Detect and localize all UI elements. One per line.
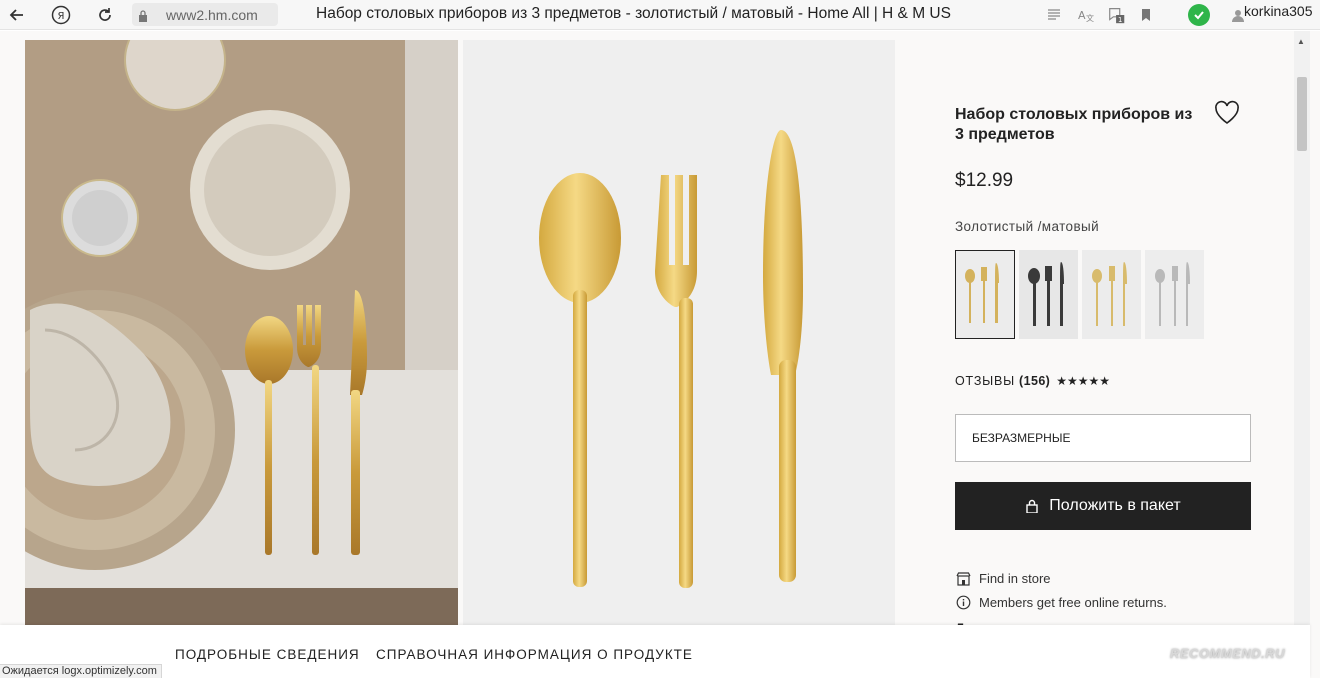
info-icon — [955, 594, 971, 610]
back-arrow-icon[interactable] — [6, 4, 28, 26]
tab-reference-info[interactable]: СПРАВОЧНАЯ ИНФОРМАЦИЯ О ПРОДУКТЕ — [376, 647, 693, 662]
user-name[interactable]: korkina305 — [1244, 3, 1313, 19]
bottom-tabs-bar: ПОДРОБНЫЕ СВЕДЕНИЯ СПРАВОЧНАЯ ИНФОРМАЦИЯ… — [0, 625, 1310, 678]
url-text: www2.hm.com — [166, 6, 258, 23]
star-rating-icon: ★★★★★ — [1056, 374, 1111, 388]
svg-text:文: 文 — [1086, 13, 1094, 23]
reader-mode-icon[interactable] — [1044, 5, 1064, 25]
product-info-panel: Набор столовых приборов из 3 предметов $… — [955, 31, 1255, 671]
svg-text:Я: Я — [58, 11, 65, 22]
reload-icon[interactable] — [94, 4, 116, 26]
color-swatches — [955, 250, 1204, 339]
browser-toolbar: Я www2.hm.com Набор столовых приборов из… — [0, 0, 1320, 30]
size-selector[interactable]: БЕЗРАЗМЕРНЫЕ — [955, 414, 1251, 462]
scroll-up-icon[interactable]: ▲ — [1297, 37, 1305, 46]
store-icon — [955, 570, 971, 586]
members-returns-info: Members get free online returns. — [955, 594, 1167, 610]
address-bar[interactable]: www2.hm.com — [132, 3, 278, 26]
swatch-gold[interactable] — [1082, 250, 1141, 339]
add-to-bag-label: Положить в пакет — [1049, 497, 1181, 514]
product-main-image[interactable] — [463, 40, 895, 626]
product-lifestyle-image[interactable] — [25, 40, 458, 626]
add-to-bag-button[interactable]: Положить в пакет — [955, 482, 1251, 530]
find-in-store-link[interactable]: Find in store — [955, 570, 1051, 586]
scrollbar-thumb[interactable] — [1297, 77, 1307, 151]
translate-icon[interactable]: A文 — [1076, 5, 1096, 25]
notifications-icon[interactable]: 1 — [1107, 5, 1127, 25]
yandex-icon[interactable]: Я — [50, 4, 72, 26]
members-returns-label: Members get free online returns. — [979, 594, 1167, 610]
product-price: $12.99 — [955, 170, 1014, 191]
lock-bag-icon — [1025, 499, 1039, 514]
swatch-gold-matte[interactable] — [955, 250, 1015, 339]
bookmark-icon[interactable] — [1136, 5, 1156, 25]
page-content: Набор столовых приборов из 3 предметов $… — [0, 31, 1320, 678]
swatch-black[interactable] — [1019, 250, 1078, 339]
reviews-label: ОТЗЫВЫ — [955, 374, 1016, 388]
watermark-logo: RECOMMEND.RU — [1170, 646, 1285, 661]
reviews-count: (156) — [1019, 374, 1051, 388]
product-title: Набор столовых приборов из 3 предметов — [955, 106, 1193, 143]
svg-text:A: A — [1078, 9, 1086, 22]
lock-icon — [138, 9, 148, 22]
reviews-link[interactable]: ОТЗЫВЫ (156) ★★★★★ — [955, 374, 1110, 388]
color-label: Золотистый /матовый — [955, 219, 1100, 234]
status-bar: Ожидается logx.optimizely.com — [0, 664, 162, 678]
swatch-silver[interactable] — [1145, 250, 1204, 339]
page-title: Набор столовых приборов из 3 предметов -… — [316, 5, 951, 22]
svg-text:1: 1 — [1118, 16, 1122, 24]
watermark-text: RECOMMEND.RU — [1170, 646, 1286, 661]
heart-icon[interactable] — [1213, 99, 1241, 127]
find-in-store-label: Find in store — [979, 570, 1051, 586]
tab-details[interactable]: ПОДРОБНЫЕ СВЕДЕНИЯ — [175, 647, 360, 662]
size-label: БЕЗРАЗМЕРНЫЕ — [972, 431, 1071, 445]
extension-shield-icon[interactable] — [1188, 4, 1210, 26]
